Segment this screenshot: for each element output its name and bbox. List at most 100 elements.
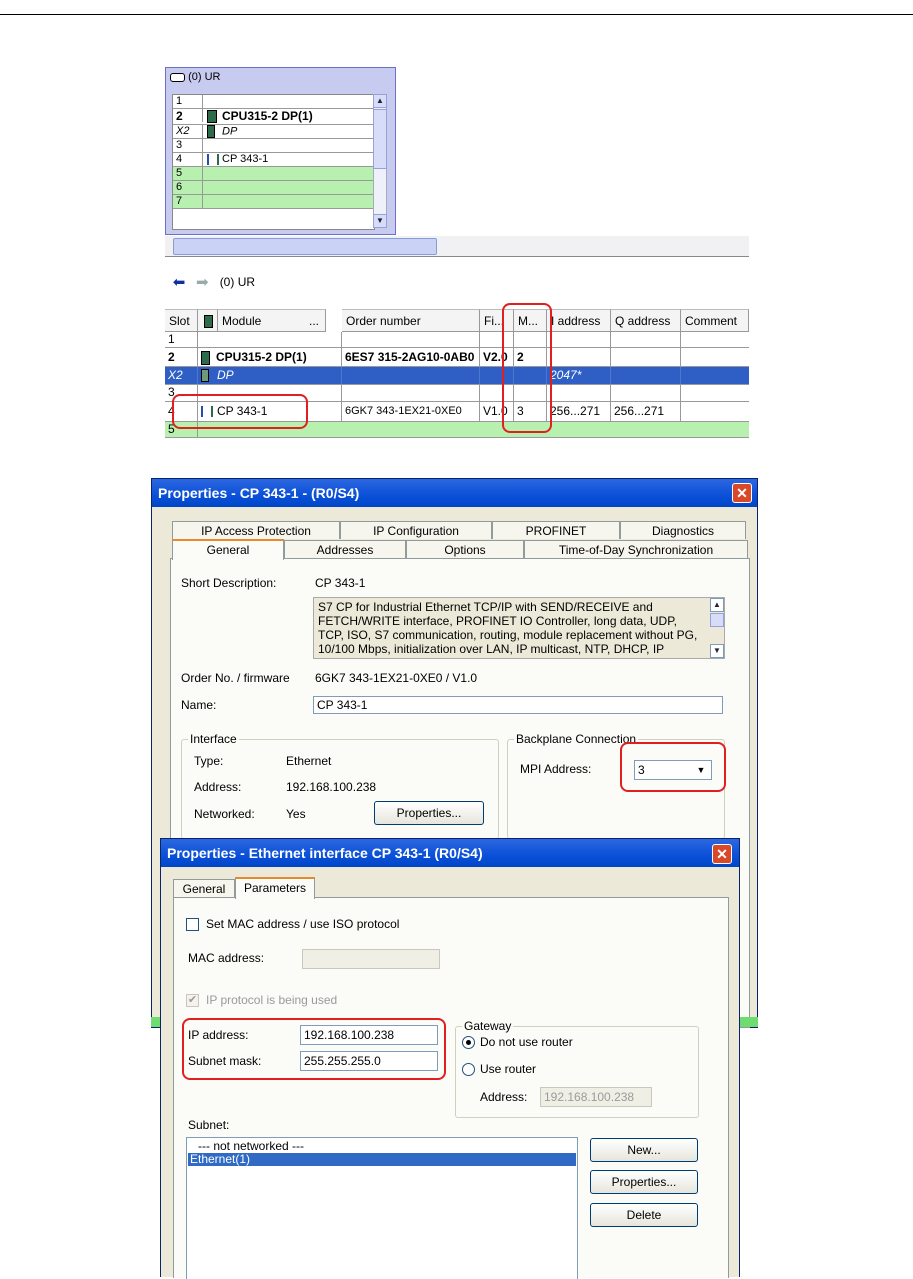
short-description-value: CP 343-1: [315, 576, 366, 590]
delete-subnet-button[interactable]: Delete: [590, 1203, 698, 1227]
col-header-i-address[interactable]: I address: [547, 309, 611, 332]
detail-rack-title: (0) UR: [219, 275, 256, 289]
use-router-radio[interactable]: [462, 1063, 475, 1076]
mac-address-label: MAC address:: [188, 951, 265, 965]
new-subnet-button[interactable]: New...: [590, 1138, 698, 1162]
cpu-module-icon: [201, 350, 210, 365]
ip-used-checkbox[interactable]: ✔: [186, 994, 199, 1007]
scroll-up-icon[interactable]: ▲: [373, 94, 387, 108]
interface-networked-value: Yes: [286, 807, 306, 821]
col-header-module[interactable]: Module...: [218, 309, 326, 332]
interface-address-label: Address:: [194, 780, 242, 794]
highlight-module-cp343: [172, 394, 308, 429]
scroll-down-icon[interactable]: ▼: [373, 214, 387, 228]
table-row[interactable]: 1: [165, 332, 749, 348]
parameters-tab-panel: Set MAC address / use ISO protocol MAC a…: [173, 897, 729, 1279]
tab-parameters[interactable]: Parameters: [235, 877, 315, 899]
module-detail-view: ⬅ ➡ (0) UR Slot Module... Order number F…: [165, 263, 749, 441]
scroll-down-icon[interactable]: ▼: [710, 644, 724, 658]
gateway-group-title: Gateway: [462, 1019, 514, 1033]
back-arrow-icon[interactable]: ⬅: [169, 275, 189, 290]
mpi-address-label: MPI Address:: [520, 762, 592, 776]
horizontal-scroll-thumb[interactable]: [173, 238, 437, 255]
order-number-value: 6GK7 343-1EX21-0XE0 / V1.0: [315, 671, 478, 685]
tab-profinet[interactable]: PROFINET: [492, 521, 620, 539]
scroll-thumb[interactable]: [710, 613, 724, 627]
horizontal-scrollbar[interactable]: [165, 236, 749, 257]
name-label: Name:: [181, 698, 217, 712]
interface-group-title: Interface: [188, 732, 239, 746]
tab-time-of-day[interactable]: Time-of-Day Synchronization: [524, 540, 748, 558]
highlight-mpi-column: [502, 303, 552, 433]
tab-general[interactable]: General: [173, 879, 235, 897]
tab-options[interactable]: Options: [406, 540, 524, 558]
interface-networked-label: Networked:: [194, 807, 255, 821]
order-number-label: Order No. / firmware: [181, 671, 290, 685]
router-address-label: Address:: [480, 1090, 528, 1104]
ethernet-module-icon: [207, 153, 219, 165]
rack-vertical-scrollbar[interactable]: ▲ ▼: [373, 94, 387, 228]
rack-slot-grid[interactable]: 1 2 CPU315-2 DP(1) X2 DP 3 4 CP 343-1 5 …: [172, 94, 375, 230]
table-row[interactable]: 2 CPU315-2 DP(1) 6ES7 315-2AG10-0AB0 V2.…: [165, 348, 749, 367]
subnet-list[interactable]: --- not networked --- Ethernet(1): [186, 1137, 578, 1279]
rack-title-text: (0) UR: [188, 71, 221, 83]
table-row-selected[interactable]: X2 DP 2047*: [165, 367, 749, 385]
module-description-box: S7 CP for Industrial Ethernet TCP/IP wit…: [313, 597, 725, 659]
tab-ip-configuration[interactable]: IP Configuration: [340, 521, 492, 539]
col-header-comment[interactable]: Comment: [681, 309, 749, 332]
dp-interface-icon: [207, 125, 215, 138]
scroll-up-icon[interactable]: ▲: [710, 598, 724, 612]
highlight-mpi-address: [620, 742, 726, 792]
ethernet-properties-dialog: Properties - Ethernet interface CP 343-1…: [160, 838, 740, 1279]
dp-interface-icon: [201, 369, 209, 383]
detail-nav: ⬅ ➡ (0) UR: [169, 275, 255, 290]
no-router-radio[interactable]: [462, 1036, 475, 1049]
col-header-order-number[interactable]: Order number: [342, 309, 480, 332]
rail-icon: [170, 72, 185, 82]
backplane-group-title: Backplane Connection: [514, 732, 639, 746]
interface-type-label: Type:: [194, 754, 224, 768]
rack-row[interactable]: X2 DP: [173, 125, 374, 139]
rack-row[interactable]: 3: [173, 139, 374, 153]
close-icon[interactable]: ✕: [712, 844, 732, 864]
gateway-group: Gateway Do not use router Use router Add…: [455, 1019, 699, 1118]
ethernet-titlebar: Properties - Ethernet interface CP 343-1…: [161, 839, 739, 867]
rack-row[interactable]: 5: [173, 167, 374, 181]
tab-diagnostics[interactable]: Diagnostics: [620, 521, 746, 539]
properties-titlebar: Properties - CP 343-1 - (R0/S4): [152, 479, 757, 507]
mac-address-input[interactable]: [302, 949, 440, 969]
background-green-strip-right: [740, 1017, 758, 1027]
cpu-module-icon: [207, 110, 217, 124]
rack-row[interactable]: 6: [173, 181, 374, 195]
col-header-q-address[interactable]: Q address: [611, 309, 681, 332]
interface-address-value: 192.168.100.238: [286, 780, 377, 794]
highlight-ip-settings: [182, 1018, 446, 1080]
interface-properties-button[interactable]: Properties...: [374, 801, 484, 825]
name-input[interactable]: CP 343-1: [313, 696, 723, 714]
scroll-thumb[interactable]: [373, 109, 387, 169]
list-item-selected[interactable]: Ethernet(1): [188, 1153, 576, 1166]
set-mac-label: Set MAC address / use ISO protocol: [206, 917, 400, 931]
tab-addresses[interactable]: Addresses: [284, 540, 406, 558]
rack-window: (0) UR 1 2 CPU315-2 DP(1) X2 DP 3 4 CP 3…: [165, 67, 396, 235]
forward-arrow-icon[interactable]: ➡: [192, 275, 212, 290]
interface-group: Interface Type: Ethernet Address: 192.16…: [181, 732, 499, 839]
page-top-rule: [0, 14, 913, 15]
subnet-label: Subnet:: [188, 1118, 230, 1132]
ip-used-label: IP protocol is being used: [206, 993, 338, 1007]
rack-row[interactable]: 4 CP 343-1: [173, 153, 374, 167]
rack-row[interactable]: 7: [173, 195, 374, 209]
router-address-input[interactable]: 192.168.100.238: [540, 1087, 652, 1107]
close-icon[interactable]: ✕: [732, 483, 752, 503]
set-mac-checkbox[interactable]: [186, 918, 199, 931]
rack-row[interactable]: 1: [173, 95, 374, 109]
short-description-label: Short Description:: [181, 576, 277, 590]
tab-ip-access-protection[interactable]: IP Access Protection: [172, 521, 340, 539]
rack-row[interactable]: 2 CPU315-2 DP(1): [173, 109, 374, 125]
tab-general[interactable]: General: [172, 539, 284, 560]
col-header-icon[interactable]: [198, 309, 218, 332]
col-header-slot[interactable]: Slot: [165, 309, 198, 332]
module-column-icon: [204, 315, 213, 328]
subnet-properties-button[interactable]: Properties...: [590, 1170, 698, 1194]
no-router-label: Do not use router: [480, 1035, 573, 1049]
